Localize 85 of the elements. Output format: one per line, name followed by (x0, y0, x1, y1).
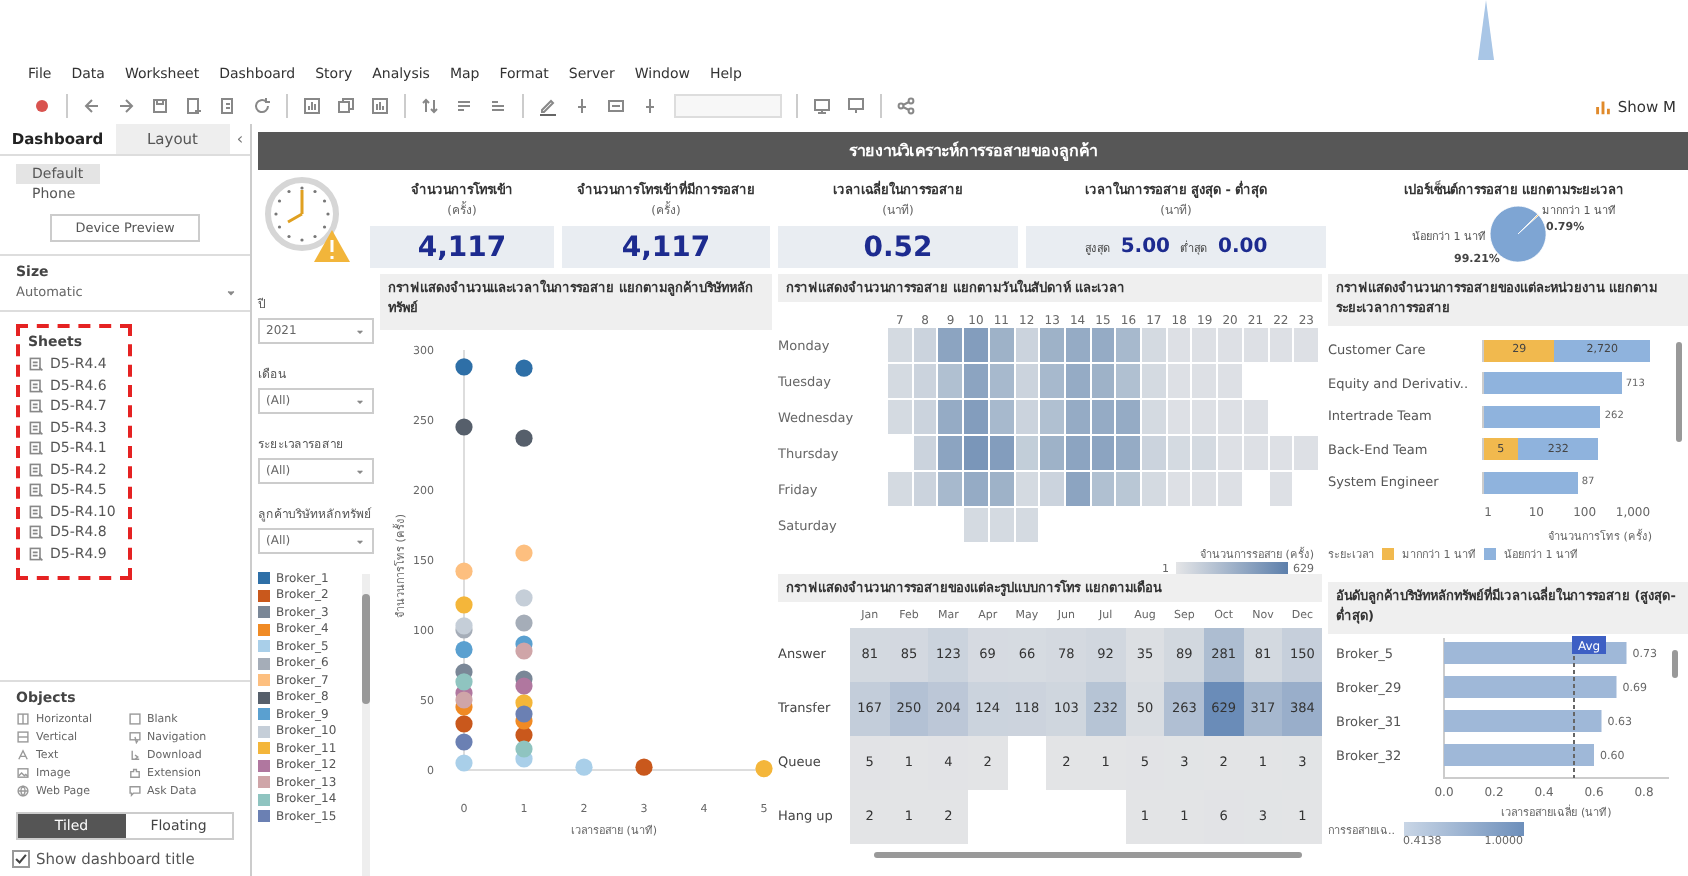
caret-icon (354, 465, 366, 477)
spike-drawing (1476, 0, 1496, 60)
data-point (515, 544, 533, 562)
arrow-left-icon[interactable] (82, 96, 102, 116)
sheet-icon (28, 482, 44, 499)
data-point (455, 418, 473, 436)
data-point (635, 758, 653, 776)
pin-icon[interactable] (572, 96, 592, 116)
kpi-value: 4,117 (417, 231, 507, 263)
sheet-icon (28, 503, 44, 520)
data-point (455, 617, 473, 635)
data-point (575, 758, 593, 776)
min-value: 0.00 (1218, 236, 1268, 258)
globe-icon (16, 784, 30, 798)
square-icon (127, 712, 141, 726)
sheet-icon (28, 398, 44, 415)
presentation-icon[interactable] (846, 96, 866, 116)
kpi-value: 4,117 (621, 231, 711, 263)
data-point (455, 691, 473, 709)
sheet-icon (28, 419, 44, 436)
pin-icon[interactable] (640, 96, 660, 116)
speech-bubble-icon (127, 784, 141, 798)
color-scale (1403, 822, 1523, 836)
data-point (455, 673, 473, 691)
sort-icon[interactable] (454, 96, 474, 116)
data-point (515, 614, 533, 632)
sheet-icon (28, 377, 44, 394)
clock-icon (265, 177, 339, 251)
caret-icon (354, 395, 366, 407)
data-point (515, 429, 533, 447)
data-point (455, 641, 473, 659)
data-point (455, 596, 473, 614)
warning-icon (314, 230, 350, 262)
dashboard-title: รายงานวิเคราะห์การรอสายของลูกค้า (258, 132, 1688, 170)
scrollbar[interactable] (362, 594, 370, 704)
sheet-icon[interactable] (184, 96, 204, 116)
swap-icon[interactable] (420, 96, 440, 116)
sheet-icon (28, 524, 44, 541)
data-point (515, 740, 533, 758)
data-point (455, 754, 473, 772)
rows-icon (16, 730, 30, 744)
data-point (515, 589, 533, 607)
bar-chart-icon (1593, 97, 1612, 115)
extension-icon (127, 766, 141, 780)
scrollbar[interactable] (1672, 650, 1678, 678)
data-point (455, 733, 473, 751)
columns-icon (16, 712, 30, 726)
sheet-icon[interactable] (218, 96, 238, 116)
save-icon[interactable] (150, 96, 170, 116)
arrow-right-icon[interactable] (116, 96, 136, 116)
label-icon[interactable] (606, 96, 626, 116)
sheet-icon (28, 356, 44, 373)
data-point (515, 359, 533, 377)
data-point (455, 715, 473, 733)
chart-icon[interactable] (370, 96, 390, 116)
data-point (755, 760, 773, 778)
sheet-icon (28, 545, 44, 562)
caret-icon (354, 325, 366, 337)
max-value: 5.00 (1120, 236, 1170, 258)
data-point (515, 677, 533, 695)
data-point (455, 562, 473, 580)
refresh-icon[interactable] (252, 96, 272, 116)
share-icon[interactable] (896, 96, 916, 116)
collapse-button[interactable]: ‹ (230, 124, 250, 154)
text-lines-icon (16, 748, 30, 762)
pointer-icon (127, 730, 141, 744)
data-point (515, 705, 533, 723)
data-point (455, 358, 473, 376)
sort-icon[interactable] (488, 96, 508, 116)
checkbox[interactable] (12, 850, 30, 868)
pen-icon[interactable] (538, 96, 558, 116)
image-icon (16, 766, 30, 780)
copy-icon[interactable] (336, 96, 356, 116)
download-icon (127, 748, 141, 762)
caret-icon (224, 285, 238, 299)
scrollbar[interactable] (874, 852, 1302, 858)
monitor-icon[interactable] (812, 96, 832, 116)
scrollbar[interactable] (1676, 342, 1682, 442)
caret-icon (354, 535, 366, 547)
sheet-icon (28, 440, 44, 457)
chart-icon[interactable] (302, 96, 322, 116)
kpi-value: 0.52 (863, 231, 933, 263)
data-point (515, 642, 533, 660)
sheet-icon (28, 461, 44, 478)
logo-icon[interactable] (32, 96, 52, 116)
